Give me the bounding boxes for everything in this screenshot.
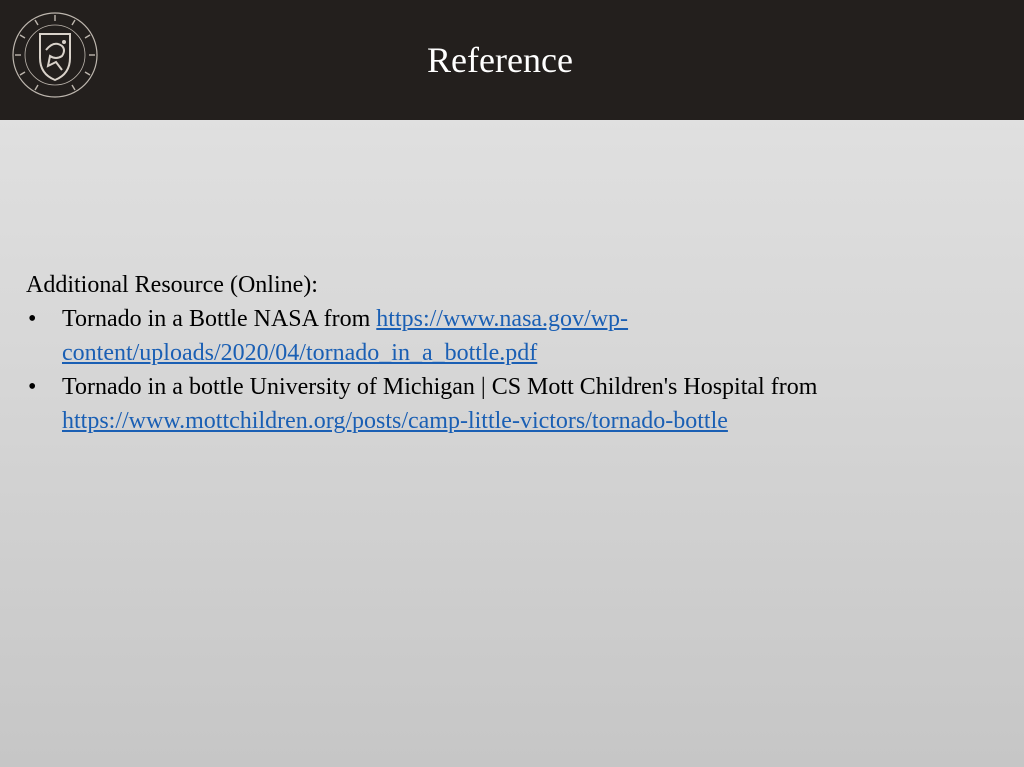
slide-title: Reference: [427, 40, 573, 80]
nasa-link[interactable]: https://www.nasa.gov/wp-: [376, 306, 628, 332]
slide-body: Additional Resource (Online): • Tornado …: [26, 268, 986, 438]
mott-children-link[interactable]: https://www.mottchildren.org/posts/camp-…: [62, 408, 728, 434]
nasa-link-continued[interactable]: content/uploads/2020/04/tornado_in_a_bot…: [62, 340, 537, 366]
resources-heading: Additional Resource (Online):: [26, 272, 318, 298]
reference-item-mott: • Tornado in a bottle University of Mich…: [26, 370, 986, 438]
reference-text-nasa: Tornado in a Bottle NASA from: [62, 306, 377, 332]
reference-text-mott: Tornado in a bottle University of Michig…: [62, 374, 818, 400]
reference-item-nasa: • Tornado in a Bottle NASA from https://…: [26, 302, 986, 370]
reference-list: • Tornado in a Bottle NASA from https://…: [26, 302, 986, 438]
bullet-icon: •: [28, 306, 37, 332]
slide-header: Reference: [0, 0, 1024, 120]
bullet-icon: •: [28, 374, 37, 400]
slide: Reference Additional Resource (Online): …: [0, 0, 1024, 767]
